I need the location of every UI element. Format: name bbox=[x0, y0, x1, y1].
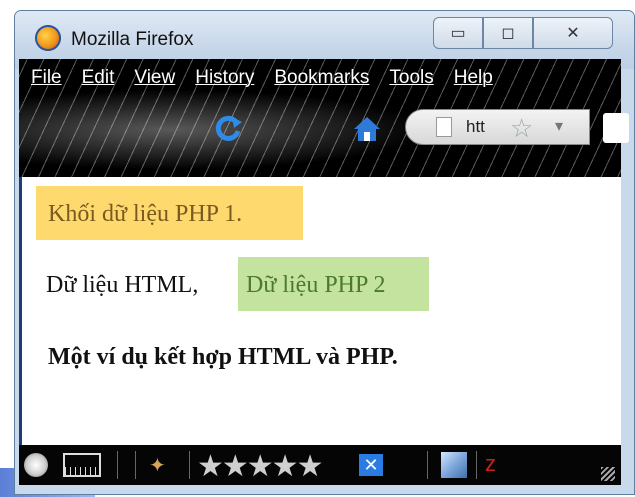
status-divider bbox=[427, 451, 428, 479]
cube-icon[interactable] bbox=[441, 452, 467, 478]
menu-edit[interactable]: Edit bbox=[82, 67, 115, 89]
menu-bookmarks[interactable]: Bookmarks bbox=[274, 67, 369, 89]
google-search-icon[interactable] bbox=[603, 113, 629, 143]
reload-icon[interactable] bbox=[215, 114, 243, 142]
menu-file[interactable]: File bbox=[31, 67, 62, 89]
close-button[interactable]: ✕ bbox=[533, 17, 613, 49]
page-content: Khối dữ liệu PHP 1. Dữ liệu HTML, Dữ liệ… bbox=[19, 177, 621, 445]
home-icon[interactable] bbox=[352, 114, 382, 144]
menu-view[interactable]: View bbox=[134, 67, 175, 89]
status-bar: ✦ ★★★★★ ✕ z bbox=[19, 445, 621, 485]
firefox-logo-icon bbox=[35, 25, 61, 51]
ruler-icon[interactable] bbox=[63, 453, 101, 477]
resize-grip-icon[interactable] bbox=[601, 467, 615, 481]
page-icon bbox=[436, 117, 452, 137]
clock-icon[interactable] bbox=[24, 453, 48, 477]
php-block-1-text: Khối dữ liệu PHP 1. bbox=[48, 201, 243, 227]
dropdown-caret-icon[interactable]: ▾ bbox=[555, 116, 563, 136]
php-block-2: Dữ liệu PHP 2 bbox=[238, 257, 429, 311]
status-divider bbox=[476, 451, 477, 479]
url-text: htt bbox=[466, 117, 485, 136]
status-divider bbox=[189, 451, 190, 479]
window-controls: ▭ ◻ ✕ bbox=[433, 17, 613, 51]
maximize-button[interactable]: ◻ bbox=[483, 17, 533, 49]
menu-tools[interactable]: Tools bbox=[389, 67, 433, 89]
bold-example-text: Một ví dụ kết hợp HTML và PHP. bbox=[48, 344, 398, 370]
window-title: Mozilla Firefox bbox=[71, 29, 194, 50]
menu-bar: File Edit View History Bookmarks Tools H… bbox=[31, 67, 513, 89]
rocket-icon[interactable]: ✦ bbox=[149, 453, 177, 477]
url-bar[interactable]: htt ☆ ▾ bbox=[405, 109, 590, 145]
bookmark-star-icon[interactable]: ☆ bbox=[510, 113, 533, 144]
minimize-button[interactable]: ▭ bbox=[433, 17, 483, 49]
menu-help[interactable]: Help bbox=[454, 67, 493, 89]
status-divider bbox=[117, 451, 118, 479]
php-block-2-text: Dữ liệu PHP 2 bbox=[246, 272, 386, 298]
menu-history[interactable]: History bbox=[195, 67, 254, 89]
x-extension-icon[interactable]: ✕ bbox=[359, 454, 383, 476]
browser-chrome: File Edit View History Bookmarks Tools H… bbox=[19, 59, 629, 177]
html-data-text: Dữ liệu HTML, bbox=[46, 272, 199, 298]
rating-stars[interactable]: ★★★★★ bbox=[197, 449, 323, 484]
z-icon[interactable]: z bbox=[485, 451, 496, 477]
status-divider bbox=[135, 451, 136, 479]
